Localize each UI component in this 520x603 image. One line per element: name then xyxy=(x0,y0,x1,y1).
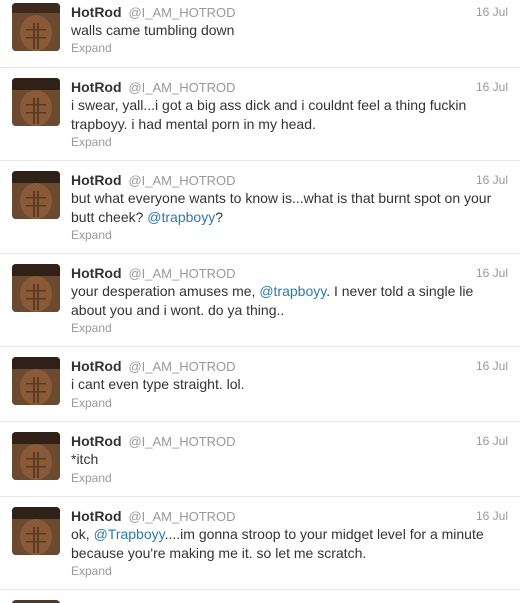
tweet-text: *itch xyxy=(71,450,508,469)
avatar-image xyxy=(12,507,60,555)
tweet-text-part: but what everyone wants to know is...wha… xyxy=(71,190,492,225)
mention-link[interactable]: @Trapboyy xyxy=(94,526,165,542)
fullname[interactable]: HotRod xyxy=(71,4,122,20)
tweet[interactable]: HotRod @I_AM_HOTROD 16 Jul i swear, yall… xyxy=(0,68,520,161)
username[interactable]: @I_AM_HOTROD xyxy=(128,80,235,95)
username[interactable]: @I_AM_HOTROD xyxy=(128,359,235,374)
username[interactable]: @I_AM_HOTROD xyxy=(128,509,235,524)
avatar[interactable] xyxy=(12,264,60,312)
username[interactable]: @I_AM_HOTROD xyxy=(128,266,235,281)
tweet-text-part: i swear, yall...i got a big ass dick and… xyxy=(71,97,467,132)
expand-link[interactable]: Expand xyxy=(71,321,112,335)
expand-link[interactable]: Expand xyxy=(71,41,112,55)
expand-link[interactable]: Expand xyxy=(71,396,112,410)
timestamp[interactable]: 16 Jul xyxy=(476,434,508,448)
tweet[interactable]: HotRod @I_AM_HOTROD 16 Jul your desperat… xyxy=(0,254,520,347)
tweet-text-part: ? xyxy=(215,209,223,225)
avatar-image xyxy=(12,171,60,219)
fullname[interactable]: HotRod xyxy=(71,172,122,188)
tweet-header: HotRod @I_AM_HOTROD 16 Jul xyxy=(71,265,508,283)
fullname[interactable]: HotRod xyxy=(71,265,122,281)
tweet[interactable]: HotRod @I_AM_HOTROD 16 Jul walls came tu… xyxy=(0,0,520,68)
tweet-header: HotRod @I_AM_HOTROD 16 Jul xyxy=(71,172,508,190)
tweet-text: your desperation amuses me, @trapboyy. I… xyxy=(71,282,508,320)
tweet[interactable]: HotRod @I_AM_HOTROD 16 Jul i cant even t… xyxy=(0,347,520,422)
timestamp[interactable]: 16 Jul xyxy=(476,5,508,19)
expand-link[interactable]: Expand xyxy=(71,564,112,578)
tweet-header: HotRod @I_AM_HOTROD 16 Jul xyxy=(71,4,508,22)
expand-link[interactable]: Expand xyxy=(71,471,112,485)
username[interactable]: @I_AM_HOTROD xyxy=(128,173,235,188)
avatar-image xyxy=(12,78,60,126)
tweet[interactable]: HotRod @I_AM_HOTROD 16 Jul *itch Expand xyxy=(0,422,520,497)
expand-link[interactable]: Expand xyxy=(71,228,112,242)
avatar[interactable] xyxy=(12,507,60,555)
tweet-text: ok, @Trapboyy....im gonna stroop to your… xyxy=(71,525,508,563)
avatar-image xyxy=(12,264,60,312)
tweet-timeline: HotRod @I_AM_HOTROD 16 Jul walls came tu… xyxy=(0,0,520,603)
avatar[interactable] xyxy=(12,3,60,51)
tweet-text-part: your desperation amuses me, xyxy=(71,283,260,299)
tweet-header: HotRod @I_AM_HOTROD 16 Jul xyxy=(71,508,508,526)
mention-link[interactable]: @trapboyy xyxy=(147,209,215,225)
fullname[interactable]: HotRod xyxy=(71,358,122,374)
tweet-text: but what everyone wants to know is...wha… xyxy=(71,189,508,227)
tweet-text: i swear, yall...i got a big ass dick and… xyxy=(71,96,508,134)
avatar[interactable] xyxy=(12,171,60,219)
timestamp[interactable]: 16 Jul xyxy=(476,80,508,94)
username[interactable]: @I_AM_HOTROD xyxy=(128,434,235,449)
tweet[interactable]: HotRod @I_AM_HOTROD 16 Jul ok, @Trapboyy… xyxy=(0,497,520,590)
tweet[interactable]: HotRod @I_AM_HOTROD 16 Jul but what ever… xyxy=(0,161,520,254)
avatar-image xyxy=(12,432,60,480)
avatar[interactable] xyxy=(12,357,60,405)
fullname[interactable]: HotRod xyxy=(71,433,122,449)
avatar[interactable] xyxy=(12,432,60,480)
tweet-text-part: ok, xyxy=(71,526,94,542)
fullname[interactable]: HotRod xyxy=(71,508,122,524)
tweet-text-part: *itch xyxy=(71,451,99,467)
avatar[interactable] xyxy=(12,78,60,126)
tweet-text: walls came tumbling down xyxy=(71,21,508,40)
tweet-header: HotRod @I_AM_HOTROD 16 Jul xyxy=(71,358,508,376)
avatar-image xyxy=(12,3,60,51)
timestamp[interactable]: 16 Jul xyxy=(476,509,508,523)
timestamp[interactable]: 16 Jul xyxy=(476,359,508,373)
tweet-header: HotRod @I_AM_HOTROD 16 Jul xyxy=(71,79,508,97)
mention-link[interactable]: @trapboyy xyxy=(259,283,326,299)
username[interactable]: @I_AM_HOTROD xyxy=(128,5,235,20)
tweet-text-part: walls came tumbling down xyxy=(71,22,235,38)
timestamp[interactable]: 16 Jul xyxy=(476,266,508,280)
timestamp[interactable]: 16 Jul xyxy=(476,173,508,187)
expand-link[interactable]: Expand xyxy=(71,135,112,149)
tweet-header: HotRod @I_AM_HOTROD 16 Jul xyxy=(71,433,508,451)
tweet-text: i cant even type straight. lol. xyxy=(71,375,508,394)
tweet-text-part: i cant even type straight. lol. xyxy=(71,376,245,392)
avatar-image xyxy=(12,357,60,405)
fullname[interactable]: HotRod xyxy=(71,79,122,95)
